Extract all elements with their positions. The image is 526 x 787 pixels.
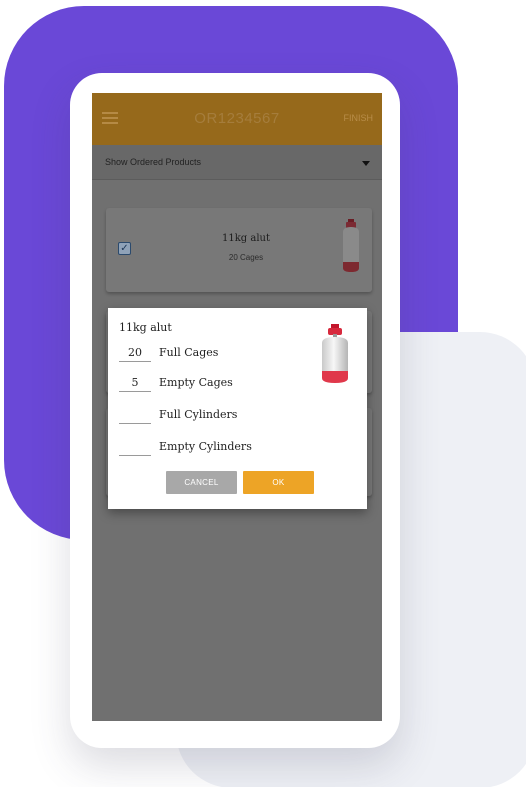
cancel-button[interactable]: CANCEL (166, 471, 237, 494)
empty-cylinders-row: Empty Cylinders (119, 438, 319, 458)
full-cylinders-input[interactable] (119, 406, 151, 424)
product-quantity: 20 Cages (228, 253, 264, 262)
full-cages-input[interactable] (119, 344, 151, 362)
product-filter-dropdown[interactable]: Show Ordered Products (92, 145, 382, 180)
full-cylinders-row: Full Cylinders (119, 406, 319, 426)
gas-cylinder-icon (343, 219, 359, 272)
quantity-dialog: 11kg alut Full Cages Empty Cages Full Cy… (108, 308, 367, 509)
product-card[interactable]: ✓ 11kg alut 20 Cages (106, 208, 372, 292)
empty-cages-row: Empty Cages (119, 374, 319, 394)
full-cylinders-label: Full Cylinders (159, 408, 238, 421)
empty-cages-input[interactable] (119, 374, 151, 392)
checkmark-icon[interactable]: ✓ (118, 242, 131, 255)
gas-cylinder-icon (322, 324, 348, 383)
finish-button[interactable]: FINISH (343, 113, 373, 123)
full-cages-label: Full Cages (159, 346, 219, 359)
full-cages-row: Full Cages (119, 344, 319, 364)
ok-button[interactable]: OK (243, 471, 314, 494)
dialog-title: 11kg alut (119, 321, 172, 334)
caret-down-icon (362, 161, 370, 166)
app-bar: OR1234567 FINISH (92, 93, 382, 145)
empty-cylinders-input[interactable] (119, 438, 151, 456)
filter-selected-label: Show Ordered Products (105, 157, 202, 167)
empty-cylinders-label: Empty Cylinders (159, 440, 252, 453)
empty-cages-label: Empty Cages (159, 376, 233, 389)
order-number-title: OR1234567 (194, 110, 280, 127)
product-name: 11kg alut (222, 233, 270, 244)
